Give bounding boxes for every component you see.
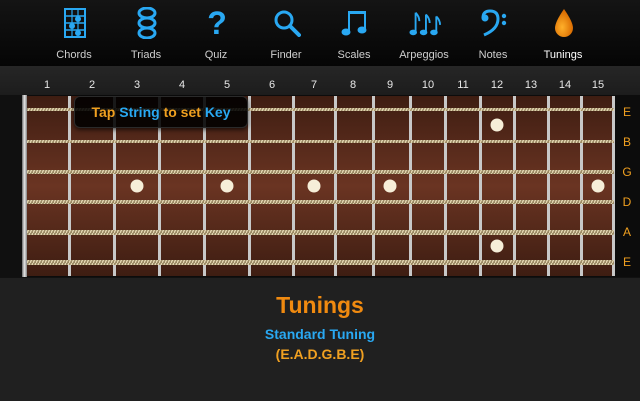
fret-number: 11 (457, 79, 469, 91)
nut (22, 95, 27, 277)
tool-label: Chords (56, 49, 92, 61)
tuning-panel: Tunings Standard Tuning (E.A.D.G.B.E) (0, 277, 640, 401)
fret-number-strip: 1 2 3 4 5 6 7 8 9 10 11 12 13 14 15 (0, 66, 640, 96)
question-mark-icon: ? (207, 5, 227, 41)
string-name-high-e[interactable]: E (619, 105, 635, 119)
string-name-g[interactable]: G (619, 165, 635, 179)
magnifier-icon (271, 6, 303, 40)
tool-label: Quiz (204, 49, 228, 61)
tuning-drop-icon (548, 6, 580, 40)
hint-text-key: Key (204, 104, 231, 120)
tuning-name[interactable]: Standard Tuning (0, 326, 640, 342)
string-a[interactable] (27, 230, 614, 235)
fret-wire (612, 96, 615, 276)
inlay-dot (220, 179, 234, 193)
fret-number: 1 (43, 79, 51, 91)
tool-finder[interactable]: Finder (250, 0, 322, 66)
tool-label: Arpeggios (399, 49, 449, 61)
string-g[interactable] (27, 170, 614, 174)
fret-number: 5 (223, 79, 231, 91)
fret-number: 6 (268, 79, 276, 91)
hint-text-tap: Tap (91, 104, 116, 120)
hint-text-to-set: to set (163, 104, 201, 120)
fret-number: 10 (421, 79, 435, 91)
fret-number: 13 (524, 79, 538, 91)
hint-text-string: String (119, 104, 160, 120)
tool-arpeggios[interactable]: Arpeggios (388, 0, 460, 66)
inlay-dot (383, 179, 397, 193)
inlay-dot (490, 118, 504, 132)
string-low-e[interactable] (27, 260, 614, 265)
fret-wire (372, 96, 375, 276)
tool-notes[interactable]: Notes (457, 0, 529, 66)
tuning-notes: (E.A.D.G.B.E) (275, 346, 365, 362)
fret-wire (409, 96, 412, 276)
fret-number: 8 (349, 79, 357, 91)
fret-wire (292, 96, 295, 276)
fret-number: 7 (310, 79, 318, 91)
tool-tunings[interactable]: Tunings (527, 0, 599, 66)
inlay-dot (307, 179, 321, 193)
triad-stack-icon (131, 6, 163, 40)
fret-wire (479, 96, 482, 276)
tool-triads[interactable]: Triads (110, 0, 182, 66)
string-name-d[interactable]: D (619, 195, 635, 209)
chord-diagram-icon (59, 6, 91, 40)
fret-wire (444, 96, 447, 276)
fret-number: 14 (558, 79, 572, 91)
triple-notes-icon (409, 6, 441, 40)
string-name-b[interactable]: B (619, 135, 635, 149)
fret-wire (248, 96, 251, 276)
inlay-dot (490, 239, 504, 253)
tool-quiz[interactable]: ? Quiz (180, 0, 252, 66)
beamed-notes-icon (339, 6, 371, 40)
tool-label: Tunings (543, 49, 583, 61)
tool-label: Scales (337, 49, 371, 61)
toolbar: Chords Triads ? Quiz Finder Scales Arpeg… (0, 0, 640, 67)
fret-number: 15 (591, 79, 605, 91)
fret-wire (334, 96, 337, 276)
tool-scales[interactable]: Scales (318, 0, 390, 66)
fret-wire (513, 96, 516, 276)
inlay-dot (130, 179, 144, 193)
key-hint-tooltip: Tap String to set Key (74, 96, 248, 128)
bass-clef-icon (478, 6, 510, 40)
fret-number: 3 (133, 79, 141, 91)
fret-wire (547, 96, 550, 276)
fret-wire (580, 96, 583, 276)
tool-label: Triads (130, 49, 162, 61)
inlay-dot (591, 179, 605, 193)
panel-title: Tunings (276, 292, 364, 318)
headstock-edge (0, 95, 22, 277)
tool-chords[interactable]: Chords (38, 0, 110, 66)
string-b[interactable] (27, 140, 614, 143)
fret-wire (68, 96, 71, 276)
string-name-low-e[interactable]: E (619, 255, 635, 269)
string-d[interactable] (27, 200, 614, 204)
fret-number: 4 (178, 79, 186, 91)
fret-number: 2 (88, 79, 96, 91)
tool-label: Finder (270, 49, 302, 61)
fret-number: 12 (490, 79, 504, 91)
fret-number: 9 (386, 79, 394, 91)
tool-label: Notes (478, 49, 508, 61)
string-name-a[interactable]: A (619, 225, 635, 239)
